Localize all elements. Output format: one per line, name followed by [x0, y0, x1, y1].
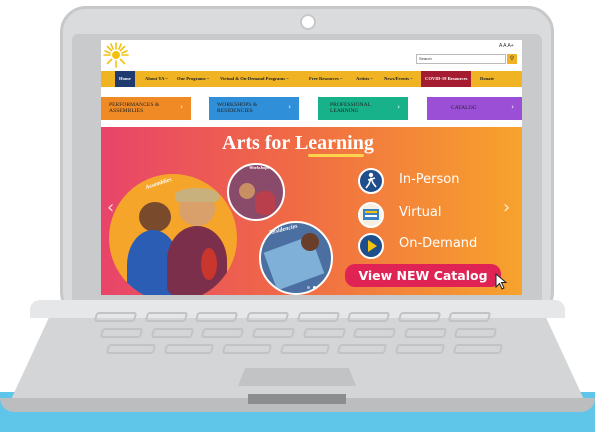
carousel-dot-active[interactable] [313, 286, 316, 289]
keyboard-key [296, 312, 340, 322]
catalog-label: CATALOG [451, 105, 477, 111]
hat [175, 188, 219, 202]
play-icon [358, 233, 384, 259]
nav-item-home[interactable]: Home [115, 71, 135, 87]
chevron-left-icon[interactable]: ‹ [107, 197, 114, 218]
in-person-label: In-Person [399, 172, 460, 187]
keyboard-key [163, 344, 214, 354]
chevron-right-icon: › [288, 103, 291, 111]
professional-learning-button[interactable]: PROFESSIONAL LEARNING › [318, 97, 408, 120]
nav-item-programs[interactable]: Our Programs ~ [177, 71, 209, 87]
search-icon[interactable]: ⚲ [507, 54, 517, 64]
keyboard-key [279, 344, 330, 354]
sun-logo-icon [103, 42, 129, 68]
keyboard-key [352, 328, 396, 338]
performer-body [167, 226, 227, 295]
keyboard-key [403, 328, 447, 338]
title-underline [308, 154, 364, 157]
assemblies-badge [109, 174, 237, 295]
view-catalog-button[interactable]: View NEW Catalog [345, 264, 501, 287]
performer-head [139, 202, 171, 232]
chevron-right-icon: › [511, 103, 514, 111]
keyboard-key [201, 328, 245, 338]
keyboard-key [245, 312, 289, 322]
keyboard [93, 312, 504, 376]
cursor-icon [495, 273, 508, 290]
workshops-photo [227, 163, 285, 221]
workshops-button[interactable]: WORKSHOPS & RESIDENCIES › [209, 97, 299, 120]
keyboard-key [221, 344, 272, 354]
search-input[interactable]: Search [416, 54, 506, 64]
trackpad [238, 368, 356, 386]
webcam [300, 14, 316, 30]
virtual-label: Virtual [399, 205, 442, 220]
dancer-icon [358, 168, 384, 194]
keyboard-key [93, 312, 137, 322]
on-demand-label: On-Demand [399, 236, 478, 251]
performances-label: PERFORMANCES & ASSEMBLIES [109, 102, 160, 114]
chevron-right-icon: › [397, 103, 400, 111]
nav-item-news[interactable]: News/Events ~ [384, 71, 413, 87]
nav-item-resources[interactable]: Free Resources ~ [309, 71, 342, 87]
keyboard-key [337, 344, 388, 354]
nav-item-donate[interactable]: Donate [480, 71, 494, 87]
nav-item-virtual[interactable]: Virtual & On-Demand Programs ~ [220, 71, 288, 87]
keyboard-key [251, 328, 295, 338]
chevron-right-icon: › [180, 103, 183, 111]
laptop-notch [248, 394, 346, 404]
main-nav: Home About YA ~ Our Programs ~ Virtual &… [101, 71, 522, 87]
keyboard-key [150, 328, 194, 338]
nav-item-artists[interactable]: Artists ~ [356, 71, 373, 87]
keyboard-key [99, 328, 143, 338]
hero-title: Arts for Learning [222, 132, 374, 154]
keyboard-key [105, 344, 157, 354]
keyboard-key [195, 312, 239, 322]
website-screen: A A A+ Search ⚲ Home About YA ~ Our Prog… [101, 40, 522, 295]
professional-learning-label: PROFESSIONAL LEARNING [330, 102, 371, 114]
carousel-dot[interactable] [307, 286, 310, 289]
keyboard-key [452, 344, 504, 354]
nav-item-covid[interactable]: COVID-19 Resources [421, 71, 472, 87]
keyboard-key [346, 312, 390, 322]
keyboard-key [144, 312, 188, 322]
guitar [201, 248, 217, 280]
workshops-label: WORKSHOPS & RESIDENCIES [217, 102, 258, 114]
keyboard-key [454, 328, 498, 338]
keyboard-key [397, 312, 441, 322]
keyboard-key [395, 344, 446, 354]
hero-carousel[interactable]: Arts for Learning Assemblies Workshops R… [101, 127, 522, 295]
screen-icon [358, 202, 384, 228]
catalog-button[interactable]: CATALOG › [427, 97, 522, 120]
chevron-right-icon[interactable]: › [503, 197, 510, 218]
text-size-controls[interactable]: A A A+ [499, 43, 514, 49]
nav-item-about[interactable]: About YA ~ [145, 71, 168, 87]
keyboard-key [448, 312, 492, 322]
performances-button[interactable]: PERFORMANCES & ASSEMBLIES › [101, 97, 191, 120]
workshops-label: Workshops [249, 165, 270, 170]
keyboard-key [302, 328, 346, 338]
